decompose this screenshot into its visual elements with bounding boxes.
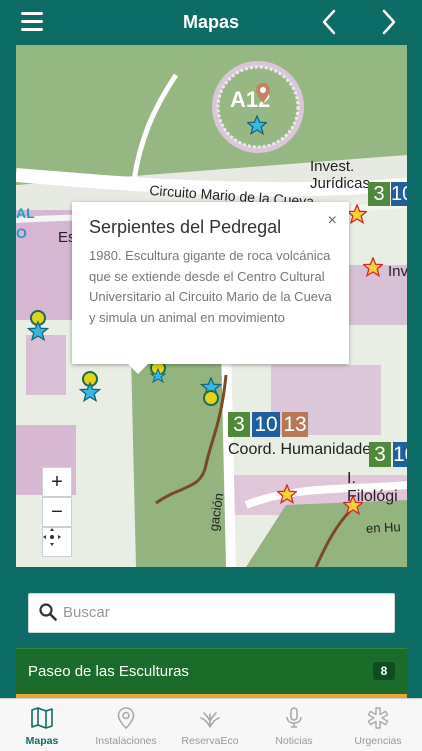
tab-urgencias[interactable]: Urgencias xyxy=(336,699,420,751)
forward-arrow-icon[interactable] xyxy=(374,7,402,37)
plant-icon xyxy=(200,712,220,728)
al-label: AL xyxy=(16,205,35,221)
zoom-in-button[interactable]: + xyxy=(42,467,72,497)
medical-cross-icon xyxy=(367,707,389,729)
list-item-label: Paseo de las Esculturas xyxy=(28,663,189,680)
sculpture-marker-icon[interactable] xyxy=(79,370,101,404)
tab-reservaeco[interactable]: ReservaEco xyxy=(168,699,252,751)
route-badge-3: 3 xyxy=(369,442,391,467)
popup-title: Serpientes del Pedregal xyxy=(89,217,282,237)
inv-label: Inv xyxy=(388,263,407,280)
tab-label: Noticias xyxy=(275,735,313,747)
route-badge-3: 3 xyxy=(368,182,390,206)
tab-bar: Mapas Instalaciones ReservaEco Noticias … xyxy=(0,698,422,751)
route-badge-10: 10 xyxy=(391,182,407,206)
tab-mapas[interactable]: Mapas xyxy=(0,699,84,751)
tab-label: Urgencias xyxy=(354,735,402,747)
close-icon[interactable]: × xyxy=(328,212,337,230)
page-title: Mapas xyxy=(182,12,240,32)
microphone-icon xyxy=(286,707,302,728)
search-placeholder: Buscar xyxy=(63,604,110,621)
sculpture-marker-icon[interactable] xyxy=(27,309,49,343)
tab-label: Instalaciones xyxy=(95,735,157,747)
tab-label: ReservaEco xyxy=(181,735,239,747)
en-hum-label: en Hu xyxy=(365,519,402,536)
filologia-label: I. Filológi xyxy=(347,470,398,505)
star-red-icon[interactable] xyxy=(277,484,297,504)
search-icon xyxy=(39,603,57,621)
star-red-icon[interactable] xyxy=(347,204,367,224)
route-badge-10: 10 xyxy=(393,442,407,467)
sculpture-marker-icon[interactable] xyxy=(200,377,222,411)
location-pin-icon xyxy=(117,707,135,730)
route-badge-10: 10 xyxy=(252,412,280,437)
locate-icon xyxy=(43,528,61,546)
top-bar: Mapas xyxy=(0,0,422,45)
coord-humanidades-label: Coord. Humanidades xyxy=(228,441,380,458)
sculpture-popup: Serpientes del Pedregal × 1980. Escultur… xyxy=(72,202,349,374)
search-input[interactable]: Buscar xyxy=(28,593,395,633)
search-panel: Buscar Paseo de las Esculturas 8 xyxy=(16,578,407,698)
zoom-out-button[interactable]: − xyxy=(42,497,72,527)
count-badge: 8 xyxy=(373,662,395,680)
list-item[interactable]: Paseo de las Esculturas 8 xyxy=(16,648,407,695)
tab-instalaciones[interactable]: Instalaciones xyxy=(84,699,168,751)
map-pin-icon[interactable] xyxy=(256,83,270,103)
star-red-icon[interactable] xyxy=(363,257,383,277)
tab-noticias[interactable]: Noticias xyxy=(252,699,336,751)
o-label: O xyxy=(16,225,27,241)
star-blue-icon[interactable] xyxy=(247,115,267,135)
recenter-button[interactable] xyxy=(42,527,72,557)
tab-label: Mapas xyxy=(25,735,59,747)
back-arrow-icon[interactable] xyxy=(316,7,344,37)
map-icon xyxy=(31,707,53,729)
popup-description: 1980. Escultura gigante de roca volcánic… xyxy=(89,248,332,325)
route-badge-3: 3 xyxy=(228,412,250,437)
route-badge-13: 13 xyxy=(282,412,308,437)
